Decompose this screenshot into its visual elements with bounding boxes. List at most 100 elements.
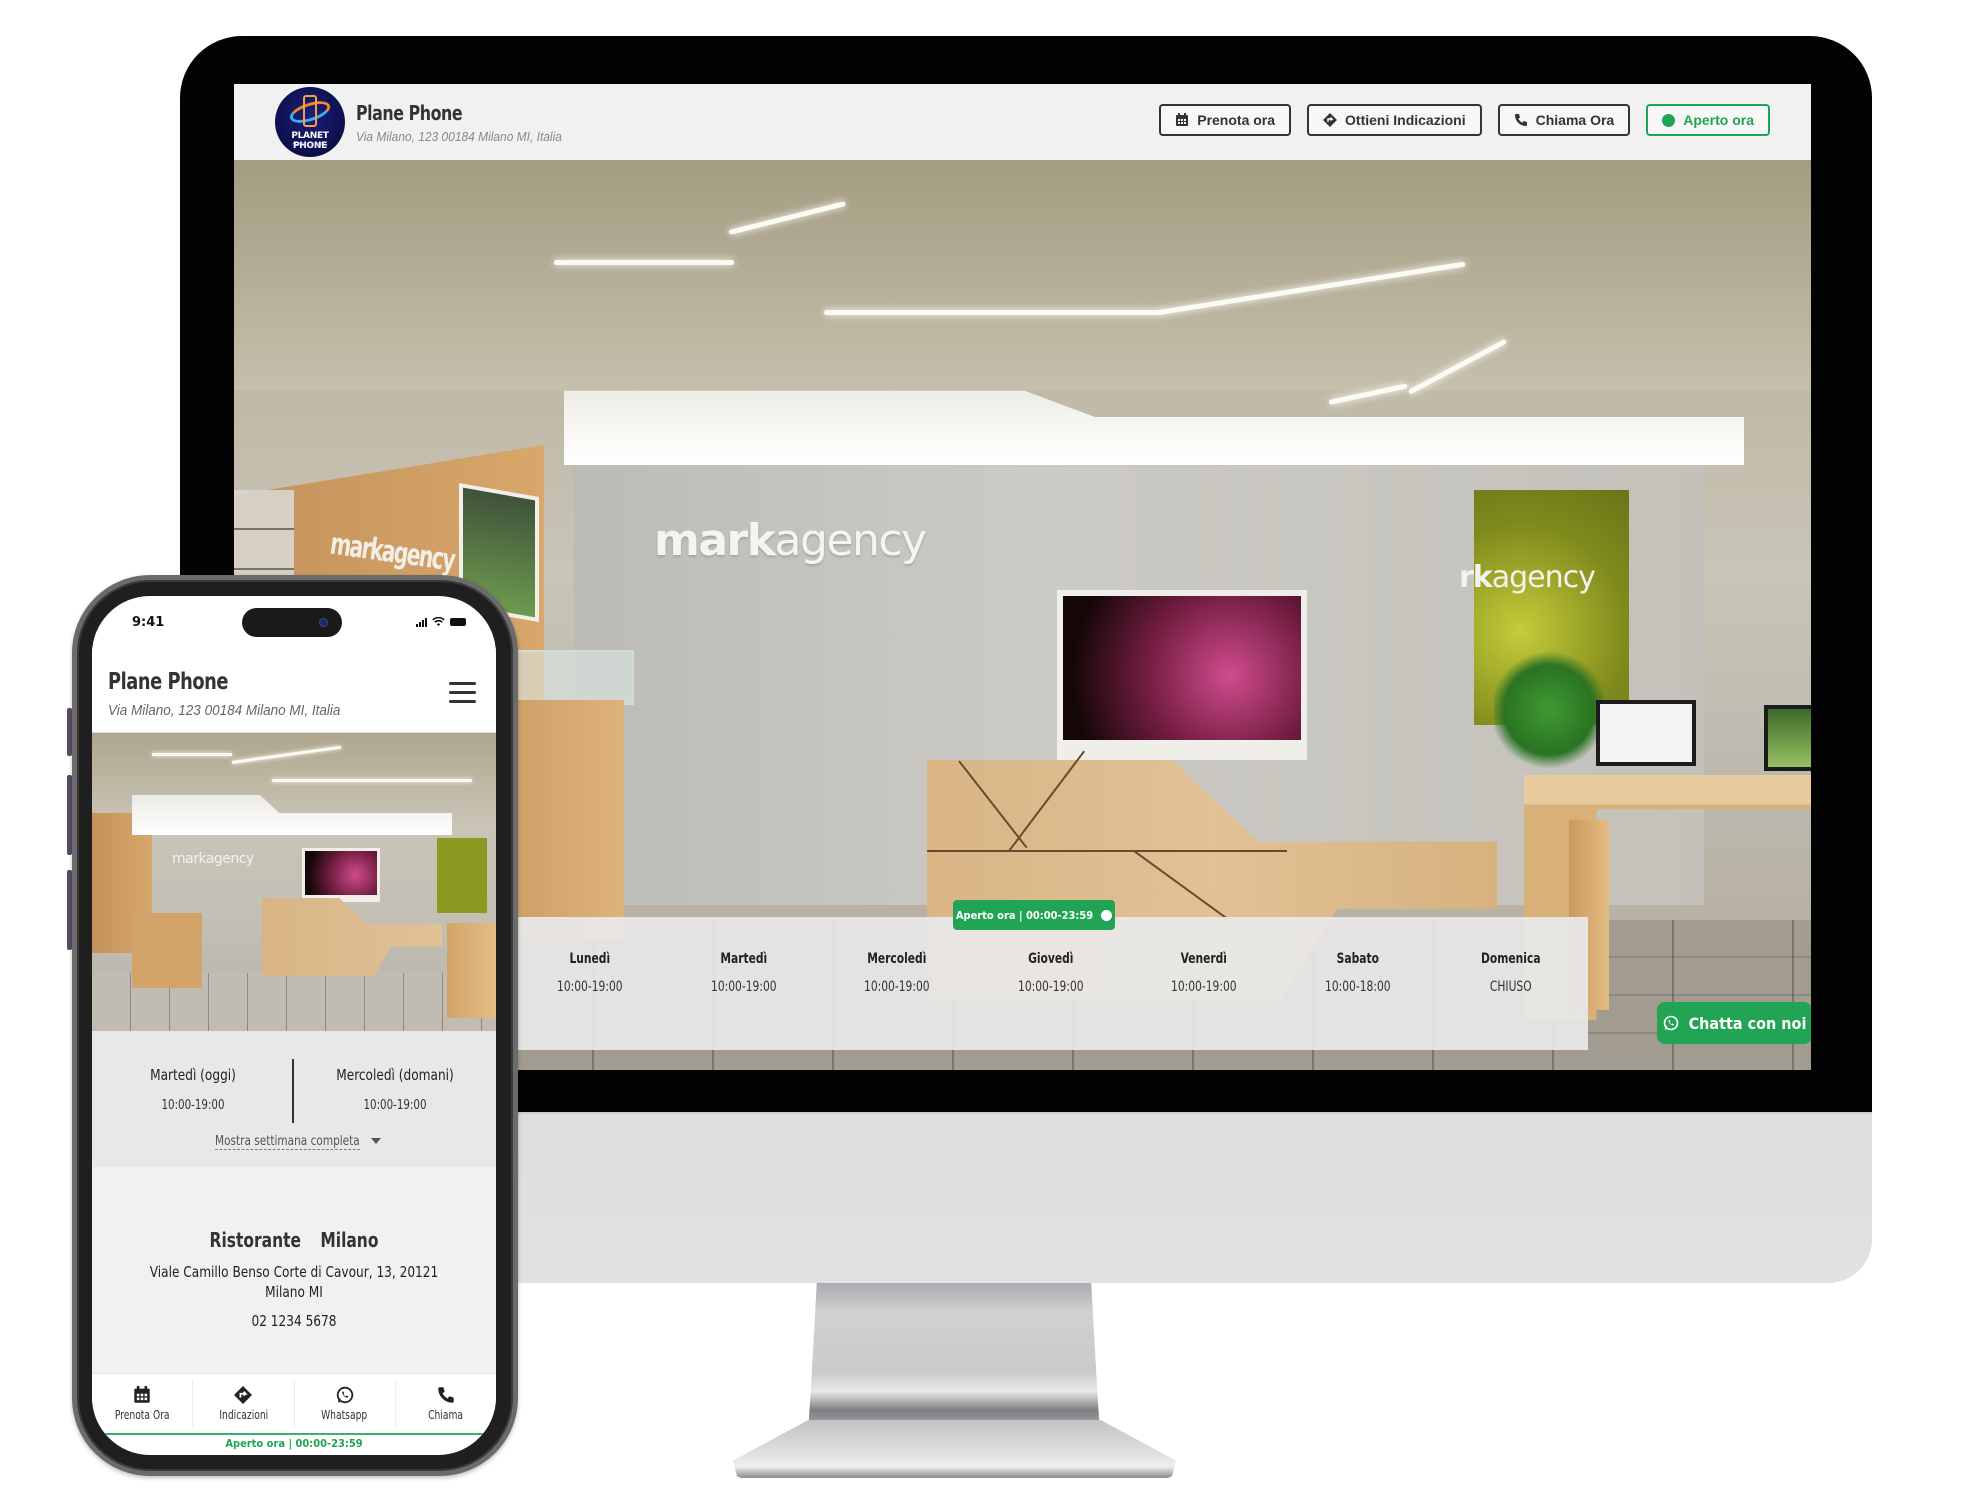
site-address: Via Milano, 123 00184 Milano MI, Italia [356,128,562,144]
location-name: Ristorante Milano [209,1228,379,1252]
opening-hours-panel: Lunedì 10:00-19:00 Martedì 10:00-19:00 Mer… [513,917,1588,1050]
caret-down-icon [371,1137,382,1144]
logo-text: PLANET PHONE [291,131,329,151]
directions-icon [234,1386,253,1404]
mobile-hero-desk [262,898,442,976]
day-hours: 10:00-19:00 [1171,979,1237,995]
hours-day: Martedì 10:00-19:00 [667,951,821,995]
whatsapp-icon [1663,1015,1678,1031]
whatsapp-icon [336,1386,353,1404]
book-now-button[interactable]: Prenota ora [1159,104,1292,136]
green-sign-light: agency [1491,560,1596,595]
day-hours: 10:00-19:00 [710,979,777,995]
monitor-stand-base [733,1420,1176,1478]
nav-book-now[interactable]: Prenota Ora [92,1380,194,1427]
day-name: Venerdì [1180,951,1228,967]
ceiling-light [554,260,734,265]
nav-book-now-label: Prenota Ora [114,1408,170,1422]
mobile-hero-counter [132,913,202,988]
book-now-label: Prenota ora [1197,112,1276,128]
monitor-stand-neck [808,1283,1100,1433]
hero-ceiling [234,160,1811,390]
day-name: Domenica [1481,951,1542,967]
phone-icon [1514,114,1527,126]
nav-whatsapp[interactable]: Whatsapp [295,1380,396,1427]
call-now-button[interactable]: Chiama Ora [1497,104,1631,136]
nav-whatsapp-label: Whatsapp [321,1408,368,1422]
location-phone[interactable]: 02 1234 5678 [112,1312,476,1330]
dynamic-island [242,608,342,637]
header-actions: Prenota ora Ottieni Indicazioni Chiama O… [1159,104,1770,136]
hours-day: Mercoledì 10:00-19:00 [820,951,974,995]
location-address: Viale Camillo Benso Corte di Cavour, 13,… [149,1263,439,1301]
ceiling-light [231,745,342,764]
mobile-location-section: Ristorante Milano Viale Camillo Benso Co… [92,1167,496,1373]
status-time: 9:41 [132,615,165,630]
hours-row: Lunedì 10:00-19:00 Martedì 10:00-19:00 Mer… [513,951,1588,995]
mobile-open-status: Aperto ora | 00:00-23:59 [92,1433,496,1455]
open-status-text: Aperto ora | 00:00-23:59 [955,908,1094,922]
mobile-hero-bulkhead [132,795,452,835]
ceiling-light [824,310,1164,315]
mobile-hero-side-desk [447,923,496,1018]
mobile-bottom-nav: Prenota Ora Indicazioni Whatsapp Chiama [92,1373,496,1433]
hero-green-sign: rkagency [1459,560,1596,595]
nav-directions-label: Indicazioni [218,1408,268,1422]
mobile-hero-tv [302,848,380,902]
day-name: Giovedì [1027,951,1074,967]
status-dot-icon [1101,909,1113,921]
show-full-week-link[interactable]: Mostra settimana completa [92,1132,496,1150]
camera-icon [319,618,328,627]
hours-day: Giovedì 10:00-19:00 [974,951,1128,995]
mobile-header: Plane Phone Via Milano, 123 00184 Milano… [92,646,496,733]
open-now-label: Aperto ora [1683,112,1754,128]
nav-call-label: Chiama [428,1408,464,1422]
mobile-site-title: Plane Phone [108,669,229,695]
status-dot-icon [1662,113,1676,127]
hero-laptop [1764,705,1811,771]
desk-line [927,850,1287,852]
mobile-hours-panel: Martedì (oggi) 10:00-19:00 Mercoledì (do… [92,1031,496,1167]
ceiling-light [272,779,472,782]
day-hours: 10:00-18:00 [1324,979,1391,995]
day-name: Martedì [719,951,767,967]
hours-day: Domenica CHIUSO [1434,951,1588,995]
nav-directions[interactable]: Indicazioni [193,1380,295,1427]
wall-sign-light: agency [774,515,928,566]
green-sign-bold: rk [1459,560,1493,595]
hours-day: Venerdì 10:00-19:00 [1127,951,1281,995]
phone-icon [438,1387,454,1403]
calendar-icon [1176,113,1189,126]
nav-call[interactable]: Chiama [396,1380,496,1427]
mobile-site-address: Via Milano, 123 00184 Milano MI, Italia [108,702,341,719]
tomorrow-label: Mercoledì (domani) [336,1066,454,1084]
call-now-label: Chiama Ora [1535,112,1615,128]
mobile-hero-wall-sign: markagency [172,851,254,867]
show-full-week-label: Mostra settimana completa [214,1134,360,1150]
get-directions-label: Ottieni Indicazioni [1345,112,1466,128]
hamburger-menu-icon[interactable] [449,682,476,704]
logo-phone-icon [303,95,317,127]
day-name: Sabato [1336,951,1379,967]
hero-plant [1494,650,1604,770]
get-directions-button[interactable]: Ottieni Indicazioni [1307,104,1482,136]
today-label: Martedì (oggi) [150,1066,236,1084]
site-title: Plane Phone [356,100,463,125]
brand-logo[interactable]: PLANET PHONE SERVICE & PARTS [275,87,345,157]
mobile-screen: 9:41 Plane Phone Via Milano, 123 00184 M… [92,596,496,1455]
day-hours: 10:00-19:00 [1017,979,1084,995]
day-name: Lunedì [569,951,611,967]
day-hours: 10:00-19:00 [557,979,623,995]
battery-icon [450,618,466,626]
mobile-status-bar: 9:41 [92,596,496,646]
tomorrow-hours: 10:00-19:00 [363,1098,427,1113]
status-icons [416,617,466,627]
calendar-icon [134,1386,150,1403]
open-now-button[interactable]: Aperto ora [1646,104,1770,136]
day-hours: 10:00-19:00 [864,979,930,995]
brand-block: Plane Phone Via Milano, 123 00184 Milano… [356,101,580,144]
wall-sign-bold: mark [654,515,776,566]
day-hours: CHIUSO [1490,979,1533,995]
hours-today: Martedì (oggi) 10:00-19:00 [92,1066,294,1113]
chat-with-us-button[interactable]: Chatta con noi [1657,1002,1811,1044]
